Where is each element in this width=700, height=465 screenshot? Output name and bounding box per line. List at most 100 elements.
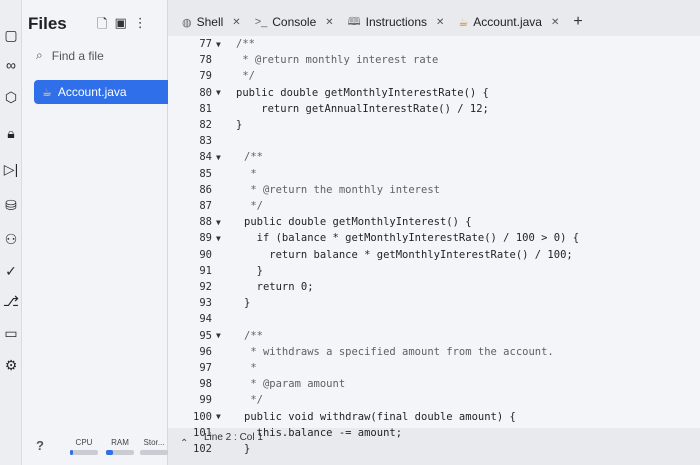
code-line[interactable]: public void withdraw(final double amount…	[244, 409, 516, 425]
fold-arrow-icon[interactable]: ▼	[216, 88, 221, 97]
line-number: 81	[168, 101, 224, 117]
line-number: 84 ▼	[168, 149, 224, 165]
code-line[interactable]: * @return the monthly interest	[244, 182, 440, 198]
fold-arrow-icon[interactable]: ▼	[216, 331, 221, 340]
code-line[interactable]: }	[236, 117, 242, 133]
check-icon[interactable]: ✓	[2, 262, 20, 280]
line-number-text: 84	[199, 151, 212, 164]
line-number: 87	[168, 198, 224, 214]
code-line[interactable]: /**	[244, 149, 263, 165]
line-number: 95 ▼	[168, 328, 224, 344]
fold-arrow-icon[interactable]: ▼	[216, 40, 221, 49]
find-file-placeholder: Find a file	[51, 48, 104, 63]
cube-icon[interactable]: ⬡	[2, 88, 20, 106]
file-item-label: Account.java	[57, 85, 127, 99]
line-number-text: 91	[199, 264, 212, 277]
code-line[interactable]: public double getMonthlyInterest() {	[244, 214, 472, 230]
line-number-text: 79	[199, 70, 212, 83]
help-icon[interactable]: ?	[36, 438, 44, 453]
fold-arrow-icon[interactable]: ▼	[216, 234, 221, 243]
close-icon[interactable]: ✕	[436, 17, 444, 28]
code-line[interactable]: return getAnnualInterestRate() / 12;	[236, 101, 489, 117]
cpu-label: CPU	[75, 438, 93, 447]
line-number-text: 92	[199, 281, 212, 293]
line-number-text: 80	[199, 86, 212, 99]
tab-shell[interactable]: ◍ Shell ✕	[182, 15, 241, 29]
code-line[interactable]: this.balance -= amount;	[244, 425, 402, 441]
storage-meter: Stor...	[140, 438, 168, 455]
line-number: 98	[168, 376, 224, 392]
code-line[interactable]: return balance * getMonthlyInterestRate(…	[244, 247, 572, 263]
code-line[interactable]: }	[244, 263, 263, 279]
ram-label: RAM	[111, 438, 129, 447]
line-number: 77 ▼	[168, 36, 224, 52]
code-line[interactable]: * @return monthly interest rate	[236, 52, 438, 68]
files-panel: Files 🗋︎ ▣ ⋮ ⌕ Find a file ☕︎ Account.ja…	[22, 0, 186, 465]
line-number-text: 96	[199, 345, 212, 358]
code-line[interactable]: */	[244, 392, 263, 408]
code-line[interactable]: }	[244, 441, 250, 457]
line-number-text: 83	[199, 135, 212, 148]
code-line[interactable]: */	[236, 68, 255, 84]
code-line[interactable]: *	[244, 166, 256, 182]
close-icon[interactable]: ✕	[551, 17, 559, 28]
line-number: 83	[168, 133, 224, 149]
line-number: 78	[168, 52, 224, 68]
code-line[interactable]: * withdraws a specified amount from the …	[244, 344, 553, 360]
line-number: 90	[168, 247, 224, 263]
fold-arrow-icon[interactable]: ▼	[216, 153, 221, 162]
new-file-icon[interactable]: 🗋︎	[97, 15, 107, 37]
new-folder-icon[interactable]: ▣	[114, 15, 126, 37]
activity-rail: ▢ ∞ ⬡ 🔒︎ ▷| ⛁ ⚇ ✓ ⎇ ▭ ⚙	[0, 0, 22, 465]
more-options-icon[interactable]: ⋮	[134, 15, 147, 37]
code-line[interactable]: return 0;	[244, 279, 314, 295]
fold-arrow-icon[interactable]: ▼	[216, 218, 221, 227]
line-number: 85	[168, 166, 224, 182]
code-line[interactable]: }	[244, 295, 250, 311]
code-editor[interactable]: 77 ▼ /** 78 * @return monthly interest rate…	[168, 36, 700, 455]
line-number: 88 ▼	[168, 214, 224, 230]
line-number: 97	[168, 360, 224, 376]
line-number-text: 94	[199, 313, 212, 326]
line-number-text: 89	[199, 232, 212, 245]
code-line[interactable]: /**	[236, 36, 255, 52]
find-file-search[interactable]: ⌕ Find a file	[36, 48, 104, 63]
fold-arrow-icon[interactable]: ▼	[216, 412, 221, 421]
tab-instructions[interactable]: 🕮︎ Instructions ✕	[348, 13, 445, 32]
line-number: 93	[168, 295, 224, 311]
settings-icon[interactable]: ⚙	[2, 356, 20, 374]
code-line[interactable]: * @param amount	[244, 376, 345, 392]
ram-meter: RAM	[106, 438, 134, 455]
lock-icon[interactable]: 🔒︎	[2, 124, 20, 142]
users-icon[interactable]: ⚇	[2, 230, 20, 248]
cursor-position: Line 2 : Col 1	[204, 432, 263, 443]
cpu-meter: CPU	[70, 438, 98, 455]
line-number-text: 82	[199, 119, 212, 131]
debugger-icon[interactable]: ▷|	[2, 160, 20, 178]
line-number: 99	[168, 392, 224, 408]
java-icon: ☕︎	[458, 16, 469, 29]
database-icon[interactable]: ⛁	[2, 196, 20, 214]
terminal-icon[interactable]: ▭	[2, 324, 20, 342]
files-title: Files	[28, 14, 67, 33]
tab-account-java[interactable]: ☕︎ Account.java ✕	[458, 15, 559, 29]
close-icon[interactable]: ✕	[325, 17, 333, 28]
file-item-account-java[interactable]: ☕︎ Account.java ⋮	[34, 80, 186, 104]
link-icon[interactable]: ∞	[2, 56, 20, 74]
line-number-text: 100	[193, 410, 212, 423]
code-line[interactable]: *	[244, 360, 256, 376]
git-icon[interactable]: ⎇	[2, 292, 20, 310]
storage-label: Stor...	[143, 438, 165, 447]
add-tab-button[interactable]: +	[573, 13, 582, 31]
code-line[interactable]: if (balance * getMonthlyInterestRate() /…	[244, 230, 579, 246]
line-number-text: 87	[199, 200, 212, 212]
line-number: 79	[168, 68, 224, 84]
line-number: 96	[168, 344, 224, 360]
close-icon[interactable]: ✕	[232, 17, 240, 28]
code-line[interactable]: public double getMonthlyInterestRate() {	[236, 85, 489, 101]
tab-console[interactable]: >_ Console ✕	[255, 15, 334, 29]
code-line[interactable]: /**	[244, 328, 263, 344]
files-icon[interactable]: ▢	[2, 26, 20, 44]
line-number-text: 97	[199, 362, 212, 374]
code-line[interactable]: */	[244, 198, 263, 214]
